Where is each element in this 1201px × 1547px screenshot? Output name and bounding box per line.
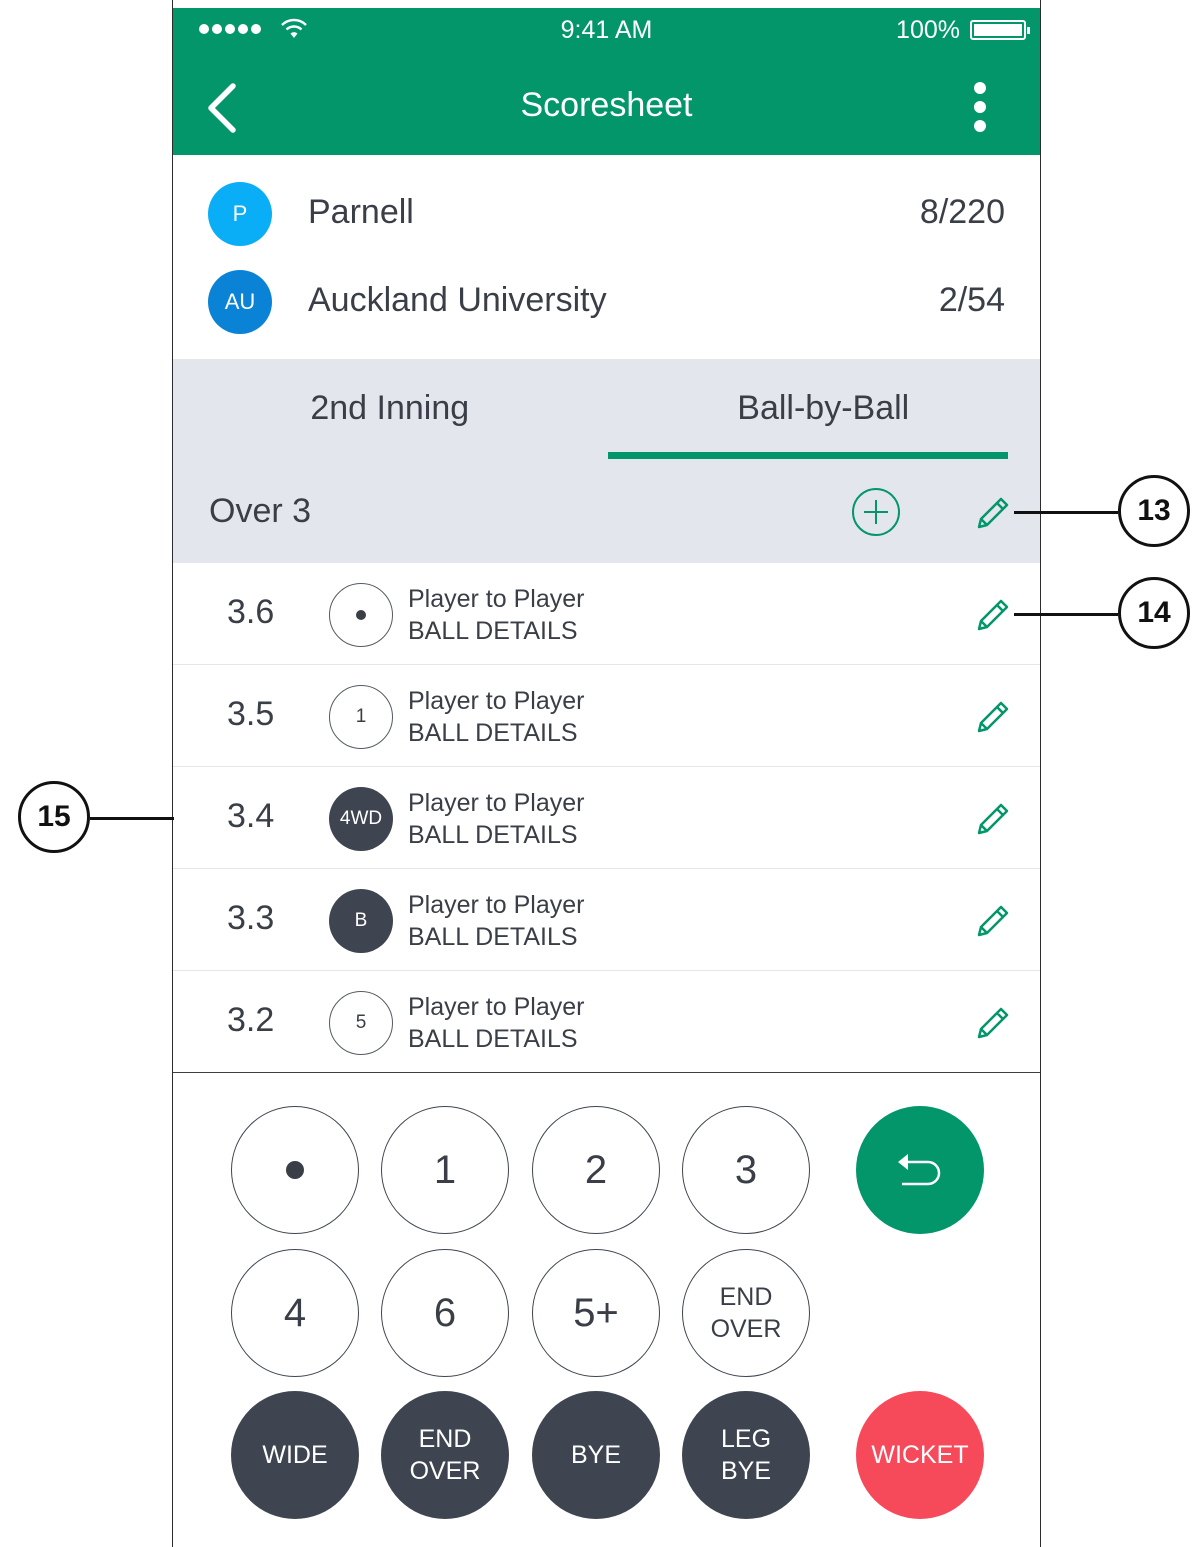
one-run-button[interactable]: 1 <box>381 1106 509 1234</box>
ball-details: BALL DETAILS <box>408 1025 578 1053</box>
status-bar: 9:41 AM 100% <box>173 8 1040 53</box>
wide-button[interactable]: WIDE <box>231 1391 359 1519</box>
ball-row[interactable]: 3.6 Player to Player BALL DETAILS <box>173 563 1040 665</box>
ball-players: Player to Player <box>408 993 585 1021</box>
callout-line <box>90 817 174 820</box>
more-options-button[interactable] <box>970 80 990 136</box>
two-runs-button[interactable]: 2 <box>532 1106 660 1234</box>
callout-marker: 15 <box>18 781 90 853</box>
ball-details: BALL DETAILS <box>408 821 578 849</box>
ball-players: Player to Player <box>408 687 585 715</box>
battery-percentage: 100% <box>896 16 960 44</box>
ball-players: Player to Player <box>408 789 585 817</box>
scoring-keypad: 1 2 3 4 6 5+ END OVER WIDE END OVER BYE LE… <box>173 1072 1040 1547</box>
button-label: OVER <box>710 1315 782 1343</box>
ball-number: 3.2 <box>227 1001 275 1039</box>
ball-number: 3.3 <box>227 899 275 937</box>
end-over-button[interactable]: END OVER <box>682 1249 810 1377</box>
button-label: OVER <box>409 1457 481 1485</box>
team-avatar: P <box>208 182 272 246</box>
team-score: 2/54 <box>938 281 1005 319</box>
dot-ball-icon <box>356 610 366 620</box>
add-ball-button[interactable] <box>851 487 901 537</box>
ball-row[interactable]: 3.2 5 Player to Player BALL DETAILS <box>173 971 1040 1073</box>
edit-ball-button[interactable] <box>973 799 1013 839</box>
callout-line <box>1014 613 1118 616</box>
ball-number: 3.4 <box>227 797 275 835</box>
callout-line <box>1014 511 1118 514</box>
team-name: Parnell <box>308 193 414 231</box>
ball-result-badge: 1 <box>329 685 393 749</box>
bye-button[interactable]: BYE <box>532 1391 660 1519</box>
ball-number: 3.5 <box>227 695 275 733</box>
tab-2nd-inning[interactable]: 2nd Inning <box>173 359 607 461</box>
undo-arrow-icon <box>898 1154 941 1186</box>
edit-ball-button[interactable] <box>973 1003 1013 1043</box>
ball-result-badge <box>329 583 393 647</box>
active-tab-indicator <box>608 452 1008 459</box>
ball-players: Player to Player <box>408 585 585 613</box>
ball-row[interactable]: 3.3 B Player to Player BALL DETAILS <box>173 869 1040 971</box>
button-label: LEG <box>720 1424 772 1453</box>
edit-over-button[interactable] <box>973 493 1013 533</box>
dot-ball-icon <box>286 1161 304 1179</box>
wicket-button[interactable]: WICKET <box>856 1391 984 1519</box>
button-label: END <box>719 1282 773 1311</box>
edit-ball-button[interactable] <box>973 595 1013 635</box>
page-title: Scoresheet <box>520 86 693 124</box>
ball-row[interactable]: 3.4 4WD Player to Player BALL DETAILS <box>173 767 1040 869</box>
undo-button[interactable] <box>856 1106 984 1234</box>
button-label: BYE <box>720 1457 772 1485</box>
team-scores: P Parnell 8/220 AU Auckland University 2… <box>173 155 1040 359</box>
team-avatar: AU <box>208 270 272 334</box>
dot-ball-button[interactable] <box>231 1106 359 1234</box>
callout-marker: 13 <box>1118 475 1190 547</box>
ball-result-badge: B <box>329 889 393 953</box>
tab-ball-by-ball[interactable]: Ball-by-Ball <box>607 359 1041 461</box>
three-runs-button[interactable]: 3 <box>682 1106 810 1234</box>
ball-row[interactable]: 3.5 1 Player to Player BALL DETAILS <box>173 665 1040 767</box>
five-plus-button[interactable]: 5+ <box>532 1249 660 1377</box>
four-runs-button[interactable]: 4 <box>231 1249 359 1377</box>
vertical-ellipsis-icon <box>974 82 986 94</box>
ball-players: Player to Player <box>408 891 585 919</box>
ball-result-badge: 5 <box>329 991 393 1055</box>
six-runs-button[interactable]: 6 <box>381 1249 509 1377</box>
over-title: Over 3 <box>209 492 312 530</box>
ball-result-badge: 4WD <box>329 787 393 851</box>
leg-bye-button[interactable]: LEG BYE <box>682 1391 810 1519</box>
app-header: 9:41 AM 100% Scoresheet <box>173 8 1040 155</box>
battery-icon <box>970 20 1030 40</box>
over-header: Over 3 <box>173 461 1040 563</box>
team-score: 8/220 <box>919 193 1005 231</box>
team-row-home: P Parnell 8/220 <box>173 155 1040 246</box>
edit-ball-button[interactable] <box>973 697 1013 737</box>
ball-details: BALL DETAILS <box>408 719 578 747</box>
ball-details: BALL DETAILS <box>408 923 578 951</box>
edit-ball-button[interactable] <box>973 901 1013 941</box>
team-name: Auckland University <box>308 281 607 319</box>
team-row-away: AU Auckland University 2/54 <box>173 243 1040 334</box>
end-over-dark-button[interactable]: END OVER <box>381 1391 509 1519</box>
callout-marker: 14 <box>1118 577 1190 649</box>
ball-number: 3.6 <box>227 593 275 631</box>
tab-bar: 2nd Inning Ball-by-Ball <box>173 359 1040 461</box>
phone-screen: 9:41 AM 100% Scoresheet P Parnell 8/220 … <box>172 0 1041 1547</box>
ball-details: BALL DETAILS <box>408 617 578 645</box>
button-label: END <box>418 1424 472 1453</box>
